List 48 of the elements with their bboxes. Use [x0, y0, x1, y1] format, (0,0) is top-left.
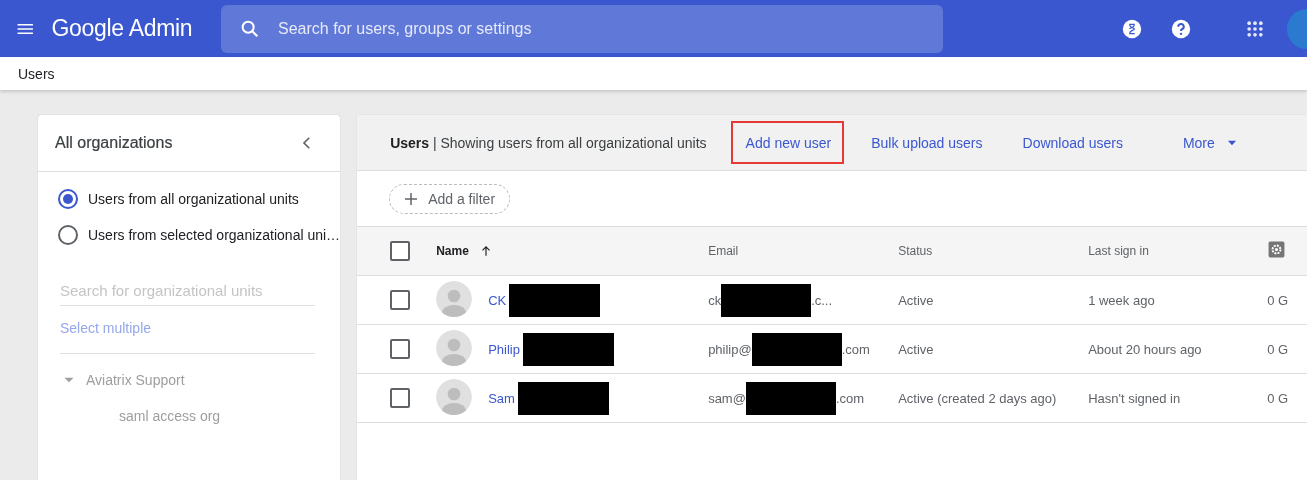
action-link[interactable]: Add new user: [730, 121, 845, 164]
checkbox[interactable]: [390, 290, 411, 310]
user-name-link[interactable]: Sam: [488, 390, 515, 406]
email-text: .com: [835, 390, 865, 406]
column-header[interactable]: Last sign in: [1088, 244, 1149, 258]
storage-text: 0 G: [1267, 341, 1289, 357]
status-text: Active (created 2 days ago): [898, 390, 1057, 406]
last-sign-in-text: Hasn't signed in: [1088, 390, 1181, 406]
checkbox[interactable]: [390, 388, 411, 408]
breadcrumb[interactable]: Users: [18, 65, 55, 82]
user-avatar-icon: [436, 378, 473, 415]
hourglass-icon[interactable]: [1121, 17, 1143, 40]
last-sign-in-text: 1 week ago: [1088, 292, 1155, 308]
brand-logo[interactable]: Google Admin: [51, 15, 221, 42]
apps-grid-icon[interactable]: [1245, 18, 1265, 39]
help-icon[interactable]: [1170, 17, 1192, 40]
more-menu-button[interactable]: More: [1167, 121, 1252, 164]
panel-title: All organizations: [55, 134, 173, 152]
column-header[interactable]: Email: [708, 244, 739, 258]
radio-button[interactable]: [58, 189, 78, 209]
panel-title: Users | Showing users from all organizational units: [390, 134, 707, 151]
action-link[interactable]: Download users: [1007, 121, 1136, 164]
checkbox[interactable]: [390, 339, 411, 359]
user-name-link[interactable]: CK: [488, 292, 507, 308]
column-header[interactable]: Status: [898, 244, 933, 258]
storage-text: 0 G: [1267, 292, 1289, 308]
last-sign-in-text: About 20 hours ago: [1088, 341, 1202, 357]
settings-icon[interactable]: [1267, 240, 1287, 259]
radio-option[interactable]: Users from selected organizational uni…: [38, 217, 341, 253]
add-filter-button[interactable]: Add a filter: [389, 183, 511, 214]
search-field[interactable]: Search for organizational units: [60, 282, 316, 306]
storage-text: 0 G: [1267, 390, 1289, 406]
status-text: Active: [898, 341, 934, 357]
user-avatar-icon: [436, 329, 473, 366]
column-header[interactable]: Name: [436, 244, 469, 258]
action-link[interactable]: Bulk upload users: [856, 121, 996, 164]
email-text: ck: [708, 292, 722, 308]
email-text: philip@: [708, 341, 752, 357]
checkbox[interactable]: [390, 241, 411, 261]
email-text: .com: [841, 341, 870, 357]
email-text: .c...: [811, 292, 833, 308]
email-text: sam@: [708, 390, 746, 406]
search-field[interactable]: Search for users, groups or settings: [221, 4, 943, 53]
radio-option[interactable]: Users from all organizational units: [38, 181, 341, 217]
status-text: Active: [898, 292, 934, 308]
user-name-link[interactable]: Philip: [488, 341, 520, 357]
user-avatar-icon: [436, 280, 473, 317]
radio-button[interactable]: [58, 225, 78, 245]
